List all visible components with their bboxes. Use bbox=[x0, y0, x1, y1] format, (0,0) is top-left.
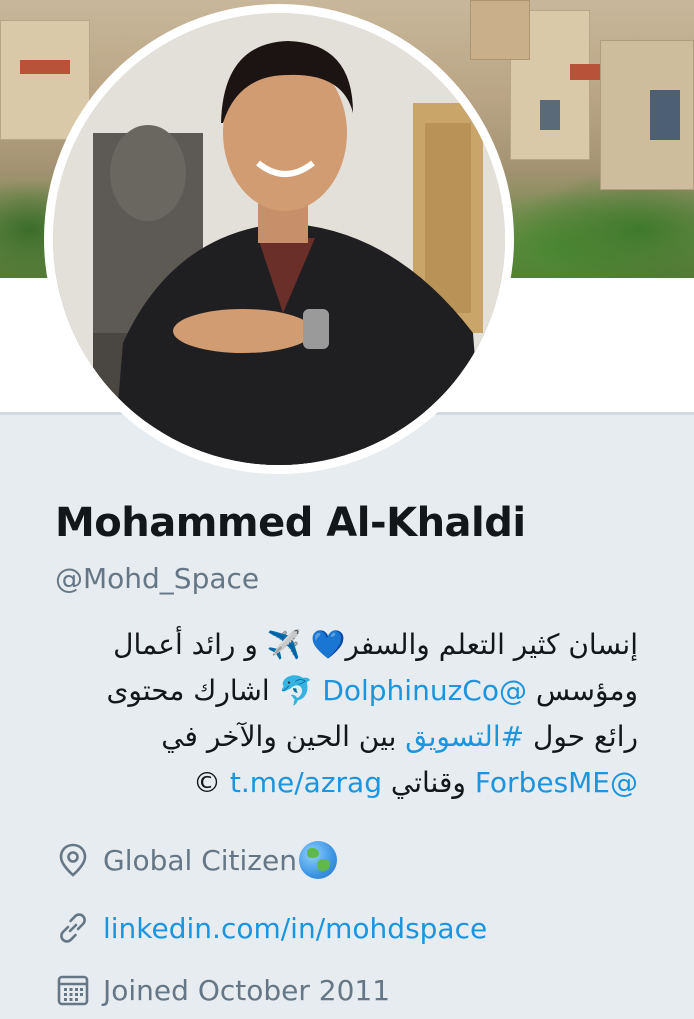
telegram-link[interactable]: t.me/azrag bbox=[230, 766, 382, 799]
hashtag-link[interactable]: #التسويق bbox=[405, 720, 524, 753]
location-row: Global Citizen bbox=[55, 840, 337, 880]
display-name[interactable]: Mohammed Al-Khaldi bbox=[55, 500, 526, 546]
dolphin-emoji: 🐬 bbox=[269, 674, 323, 707]
bio-text: إنسان كثير التعلم والسفر bbox=[345, 628, 638, 661]
website-link[interactable]: linkedin.com/in/mohdspace bbox=[103, 912, 487, 945]
bio-text: رائع حول bbox=[524, 720, 638, 753]
calendar-icon bbox=[55, 972, 91, 1008]
bio-line-4: @ForbesME وقناتي t.me/azrag © bbox=[48, 760, 638, 806]
link-icon bbox=[55, 910, 91, 946]
bio-text: وقناتي bbox=[381, 766, 475, 799]
location-pin-icon bbox=[55, 842, 91, 878]
bio-text: بين الحين والآخر في bbox=[161, 720, 406, 753]
mention-link-forbesme[interactable]: @ForbesME bbox=[475, 766, 638, 799]
bio-line-3: رائع حول #التسويق بين الحين والآخر في bbox=[48, 714, 638, 760]
globe-asia-emoji-icon bbox=[298, 841, 337, 879]
bio-text: و رائد أعمال bbox=[113, 628, 267, 661]
bio-text: اشارك محتوى bbox=[106, 674, 270, 707]
bio-text: © bbox=[192, 766, 230, 799]
joined-row: Joined October 2011 bbox=[55, 970, 390, 1010]
mention-link-dolphinuzco[interactable]: @DolphinuzCo bbox=[322, 674, 527, 707]
bio-line-1: إنسان كثير التعلم والسفر💙 ✈️ و رائد أعما… bbox=[48, 622, 638, 668]
avatar[interactable] bbox=[53, 13, 505, 465]
profile-bio: إنسان كثير التعلم والسفر💙 ✈️ و رائد أعما… bbox=[48, 622, 638, 806]
joined-date-text: Joined October 2011 bbox=[103, 973, 391, 1007]
bio-text: ومؤسس bbox=[526, 674, 638, 707]
location-text: Global Citizen bbox=[103, 843, 297, 877]
website-row: linkedin.com/in/mohdspace bbox=[55, 908, 487, 948]
bio-line-2: ومؤسس @DolphinuzCo 🐬 اشارك محتوى bbox=[48, 668, 638, 714]
heart-airplane-emoji: 💙 ✈️ bbox=[266, 628, 346, 661]
avatar-photo bbox=[53, 13, 505, 465]
username-handle[interactable]: @Mohd_Space bbox=[55, 562, 259, 595]
